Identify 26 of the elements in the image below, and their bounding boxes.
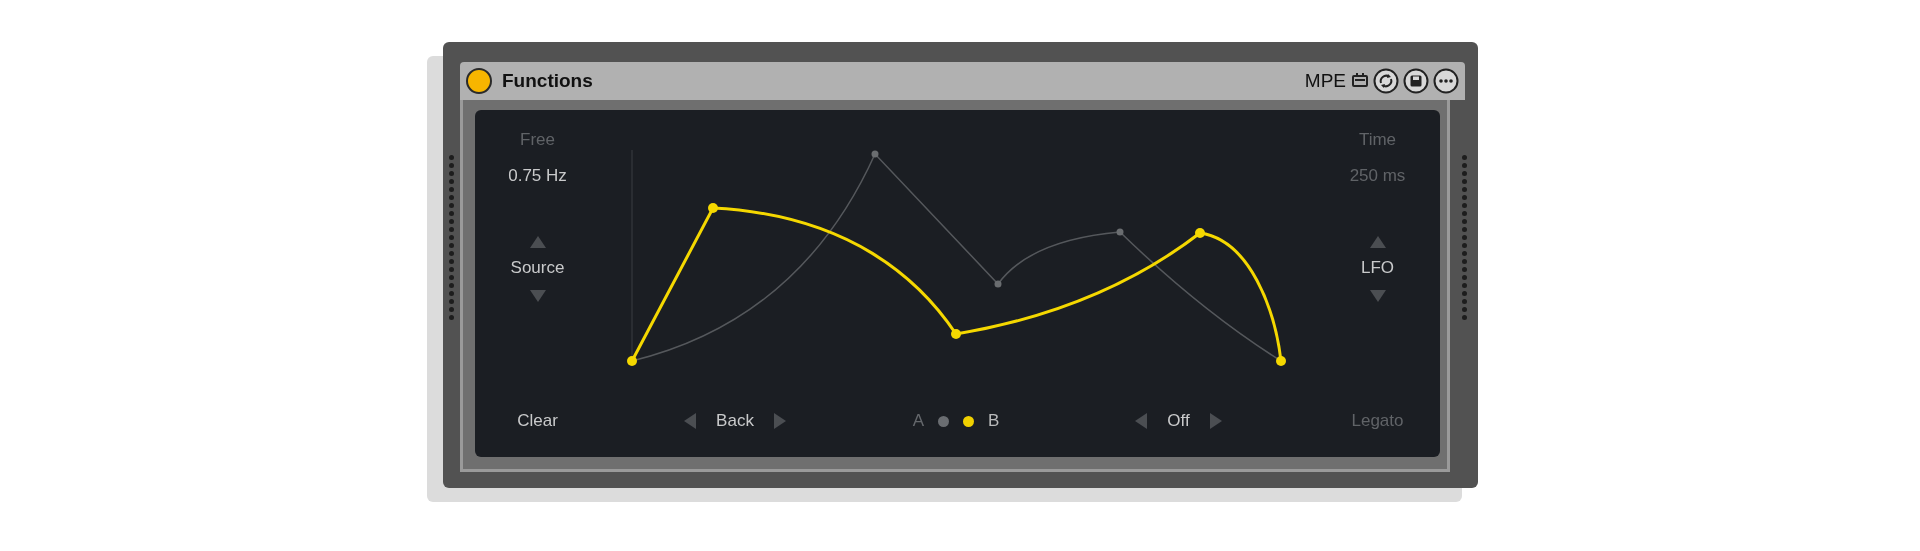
shape-selector[interactable]: LFO	[1360, 258, 1395, 278]
hold-selector[interactable]: Off	[1167, 411, 1190, 431]
mpe-icon[interactable]	[1351, 72, 1369, 90]
left-arrow-icon[interactable]	[684, 413, 697, 429]
refresh-icon[interactable]	[1373, 68, 1399, 94]
left-arrow-icon[interactable]	[1135, 413, 1148, 429]
save-icon[interactable]	[1403, 68, 1429, 94]
down-arrow-icon[interactable]	[529, 290, 546, 302]
device-title: Functions	[502, 70, 593, 92]
down-arrow-icon[interactable]	[1369, 290, 1386, 302]
rate-value[interactable]: 0.75 Hz	[508, 166, 567, 186]
direction-selector[interactable]: Back	[716, 411, 754, 431]
power-button[interactable]	[466, 68, 492, 94]
slot-label[interactable]: B	[988, 411, 1000, 431]
slot-dot[interactable]	[963, 415, 974, 427]
slot-dot[interactable]	[938, 415, 949, 427]
source-selector[interactable]: Source	[510, 258, 565, 278]
right-arrow-icon[interactable]	[773, 413, 786, 429]
up-arrow-icon[interactable]	[529, 236, 546, 248]
more-icon[interactable]	[1433, 68, 1459, 94]
time-label: Time	[1358, 130, 1397, 150]
mpe-label[interactable]: MPE	[1304, 70, 1346, 92]
mode-label: Free	[520, 130, 555, 150]
right-arrow-icon[interactable]	[1209, 413, 1222, 429]
up-arrow-icon[interactable]	[1369, 236, 1386, 248]
clear-button[interactable]: Clear	[513, 409, 562, 433]
